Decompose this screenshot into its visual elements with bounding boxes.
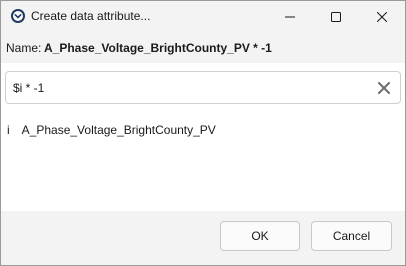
close-icon — [377, 11, 387, 22]
variable-list-item[interactable]: i A_Phase_Voltage_BrightCounty_PV — [7, 123, 216, 137]
ok-button[interactable]: OK — [220, 221, 300, 251]
window-title: Create data attribute... — [31, 9, 151, 23]
attribute-name-row: Name: A_Phase_Voltage_BrightCounty_PV * … — [1, 32, 405, 63]
minimize-icon — [285, 12, 295, 22]
variable-key: i — [7, 123, 10, 137]
attribute-name-value: A_Phase_Voltage_BrightCounty_PV * -1 — [44, 41, 272, 55]
variable-name: A_Phase_Voltage_BrightCounty_PV — [21, 123, 216, 137]
close-button[interactable] — [359, 1, 405, 32]
dialog-content: i A_Phase_Voltage_BrightCounty_PV — [1, 63, 405, 211]
title-bar: Create data attribute... — [1, 1, 405, 32]
expression-field — [5, 71, 401, 104]
create-data-attribute-dialog: Create data attribute... Name: A_Phase_V… — [0, 0, 406, 266]
dialog-footer: OK Cancel — [1, 211, 405, 265]
name-label: Name: — [6, 41, 42, 55]
expression-input[interactable] — [13, 72, 373, 103]
app-logo-icon — [10, 8, 26, 24]
minimize-button[interactable] — [267, 1, 313, 32]
maximize-button[interactable] — [313, 1, 359, 32]
maximize-icon — [331, 11, 341, 22]
cancel-button[interactable]: Cancel — [311, 221, 392, 251]
clear-x-icon[interactable] — [377, 81, 391, 95]
